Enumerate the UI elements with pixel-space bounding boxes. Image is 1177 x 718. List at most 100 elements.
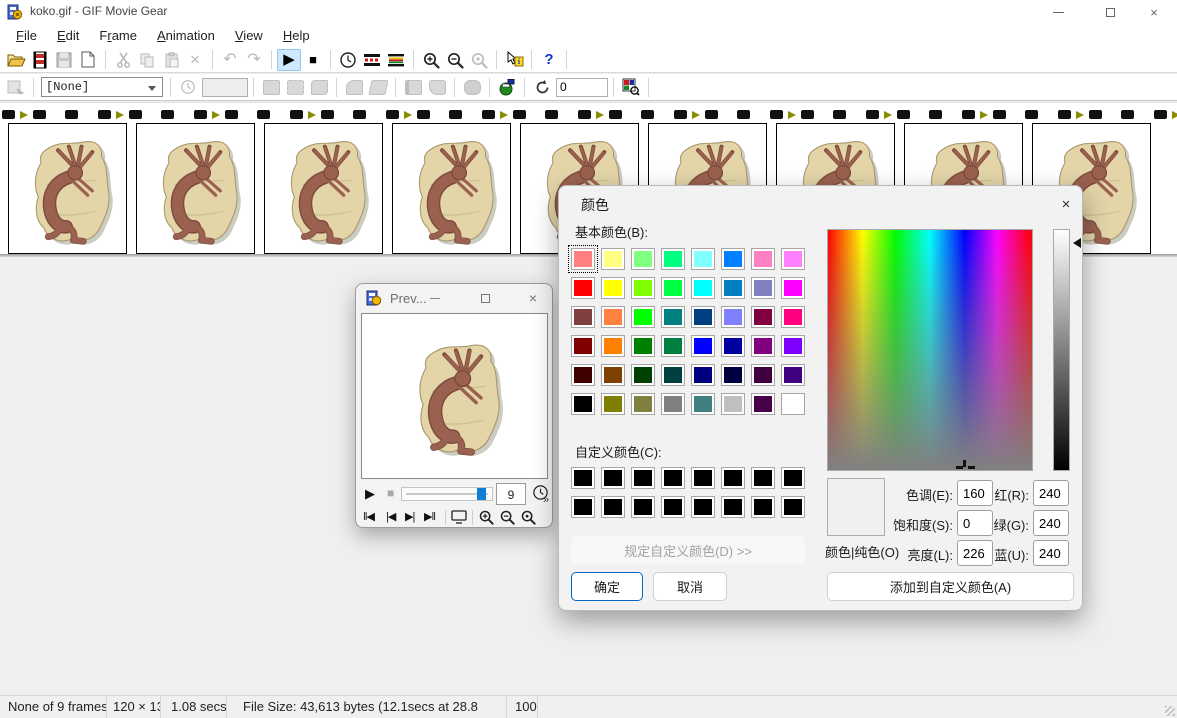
basic-color-swatch[interactable] <box>751 306 775 328</box>
undo-button[interactable]: ↶ <box>218 49 242 71</box>
shift-image-button[interactable] <box>342 76 366 98</box>
basic-color-swatch[interactable] <box>631 393 655 415</box>
menu-item-file[interactable]: File <box>6 26 47 46</box>
close-button[interactable]: × <box>1131 0 1177 24</box>
filmstrip-frame[interactable] <box>136 123 255 254</box>
transparency-button[interactable] <box>283 76 307 98</box>
ok-button[interactable]: 确定 <box>571 572 643 601</box>
edit-frame-button[interactable] <box>259 76 283 98</box>
luminance-arrow-icon[interactable] <box>1073 238 1081 248</box>
basic-color-swatch[interactable] <box>661 364 685 386</box>
delete-button[interactable]: × <box>183 49 207 71</box>
custom-color-swatch[interactable] <box>691 496 715 518</box>
luminance-bar[interactable] <box>1053 229 1070 471</box>
custom-color-swatch[interactable] <box>571 496 595 518</box>
paste-button[interactable] <box>159 49 183 71</box>
green-input[interactable] <box>1033 510 1069 536</box>
mask-button[interactable] <box>307 76 331 98</box>
preview-maximize-button[interactable] <box>470 288 500 308</box>
basic-color-swatch[interactable] <box>661 335 685 357</box>
preview-window[interactable]: Prev... × ▶ ■ 9 » ‖◀ |◀ ▶| ▶‖ <box>355 283 553 528</box>
preview-zoom-out-button[interactable] <box>499 509 515 525</box>
last-frame-button[interactable]: ▶‖ <box>424 510 435 523</box>
frame-strip-red-button[interactable] <box>360 49 384 71</box>
zoom-in-button[interactable] <box>419 49 443 71</box>
basic-color-swatch[interactable] <box>661 306 685 328</box>
basic-color-swatch[interactable] <box>721 306 745 328</box>
basic-color-swatch[interactable] <box>751 364 775 386</box>
basic-color-swatch[interactable] <box>631 306 655 328</box>
preview-play-button[interactable]: ▶ <box>365 486 375 502</box>
color-dialog[interactable]: 颜色 × 基本颜色(B): 自定义颜色(C): 规定自定义颜色(D) >> 确定… <box>558 185 1083 611</box>
basic-color-swatch[interactable] <box>571 335 595 357</box>
basic-color-swatch[interactable] <box>721 277 745 299</box>
preview-zoom-actual-button[interactable] <box>520 509 536 525</box>
preview-close-button[interactable]: × <box>518 288 548 308</box>
slider-thumb[interactable] <box>477 488 486 500</box>
custom-color-swatch[interactable] <box>601 467 625 489</box>
next-frame-button[interactable]: ▶| <box>405 510 414 523</box>
basic-color-swatch[interactable] <box>721 364 745 386</box>
filmstrip-frame[interactable] <box>8 123 127 254</box>
basic-color-swatch[interactable] <box>691 306 715 328</box>
prev-frame-button[interactable]: |◀ <box>386 510 395 523</box>
basic-color-swatch[interactable] <box>601 335 625 357</box>
frame-position-slider[interactable] <box>401 487 493 501</box>
redo-button[interactable]: ↷ <box>242 49 266 71</box>
help-button[interactable]: ? <box>537 49 561 71</box>
custom-color-swatch[interactable] <box>661 467 685 489</box>
stop-button[interactable]: ■ <box>301 49 325 71</box>
basic-color-swatch[interactable] <box>691 248 715 270</box>
menu-item-animation[interactable]: Animation <box>147 26 225 46</box>
basic-color-swatch[interactable] <box>691 335 715 357</box>
basic-color-swatch[interactable] <box>721 335 745 357</box>
preview-title-bar[interactable]: Prev... × <box>356 284 552 312</box>
custom-color-swatch[interactable] <box>571 467 595 489</box>
loop-button[interactable] <box>530 76 554 98</box>
minimize-button[interactable] <box>1035 0 1081 24</box>
paint-button[interactable] <box>366 76 390 98</box>
basic-color-swatch[interactable] <box>781 335 805 357</box>
title-bar[interactable]: koko.gif - GIF Movie Gear × <box>0 0 1177 24</box>
play-button[interactable]: ▶ <box>277 49 301 71</box>
cut-button[interactable] <box>111 49 135 71</box>
dialog-close-button[interactable]: × <box>1051 190 1081 218</box>
basic-color-swatch[interactable] <box>781 248 805 270</box>
filmstrip-frame[interactable] <box>264 123 383 254</box>
basic-color-swatch[interactable] <box>781 277 805 299</box>
maximize-button[interactable] <box>1087 0 1133 24</box>
reduce-colors-button[interactable] <box>495 76 519 98</box>
basic-color-swatch[interactable] <box>751 248 775 270</box>
custom-color-swatch[interactable] <box>721 496 745 518</box>
first-frame-button[interactable]: ‖◀ <box>363 510 374 523</box>
insert-frames-button[interactable] <box>28 49 52 71</box>
filmstrip-frame[interactable] <box>392 123 511 254</box>
basic-color-swatch[interactable] <box>571 393 595 415</box>
crop-button[interactable] <box>401 76 425 98</box>
basic-color-swatch[interactable] <box>691 364 715 386</box>
context-help-button[interactable]: i <box>502 49 526 71</box>
basic-color-swatch[interactable] <box>631 364 655 386</box>
basic-color-swatch[interactable] <box>631 248 655 270</box>
frame-properties-button[interactable] <box>4 76 28 98</box>
basic-color-swatch[interactable] <box>661 248 685 270</box>
basic-color-swatch[interactable] <box>781 364 805 386</box>
preview-minimize-button[interactable] <box>420 288 450 308</box>
frame-strip-multi-button[interactable] <box>384 49 408 71</box>
custom-color-swatch[interactable] <box>601 496 625 518</box>
custom-color-swatch[interactable] <box>781 496 805 518</box>
blue-input[interactable] <box>1033 540 1069 566</box>
resize-grip[interactable] <box>1165 706 1175 716</box>
custom-color-swatch[interactable] <box>721 467 745 489</box>
basic-color-swatch[interactable] <box>601 248 625 270</box>
new-file-button[interactable] <box>76 49 100 71</box>
define-custom-colors-button[interactable]: 规定自定义颜色(D) >> <box>571 536 805 564</box>
basic-color-swatch[interactable] <box>751 393 775 415</box>
more-options-chevron-icon[interactable]: » <box>543 494 549 506</box>
copy-button[interactable] <box>135 49 159 71</box>
basic-color-swatch[interactable] <box>721 248 745 270</box>
open-file-button[interactable] <box>4 49 28 71</box>
preview-zoom-in-button[interactable] <box>478 509 494 525</box>
custom-color-swatch[interactable] <box>631 467 655 489</box>
menu-item-view[interactable]: View <box>225 26 273 46</box>
